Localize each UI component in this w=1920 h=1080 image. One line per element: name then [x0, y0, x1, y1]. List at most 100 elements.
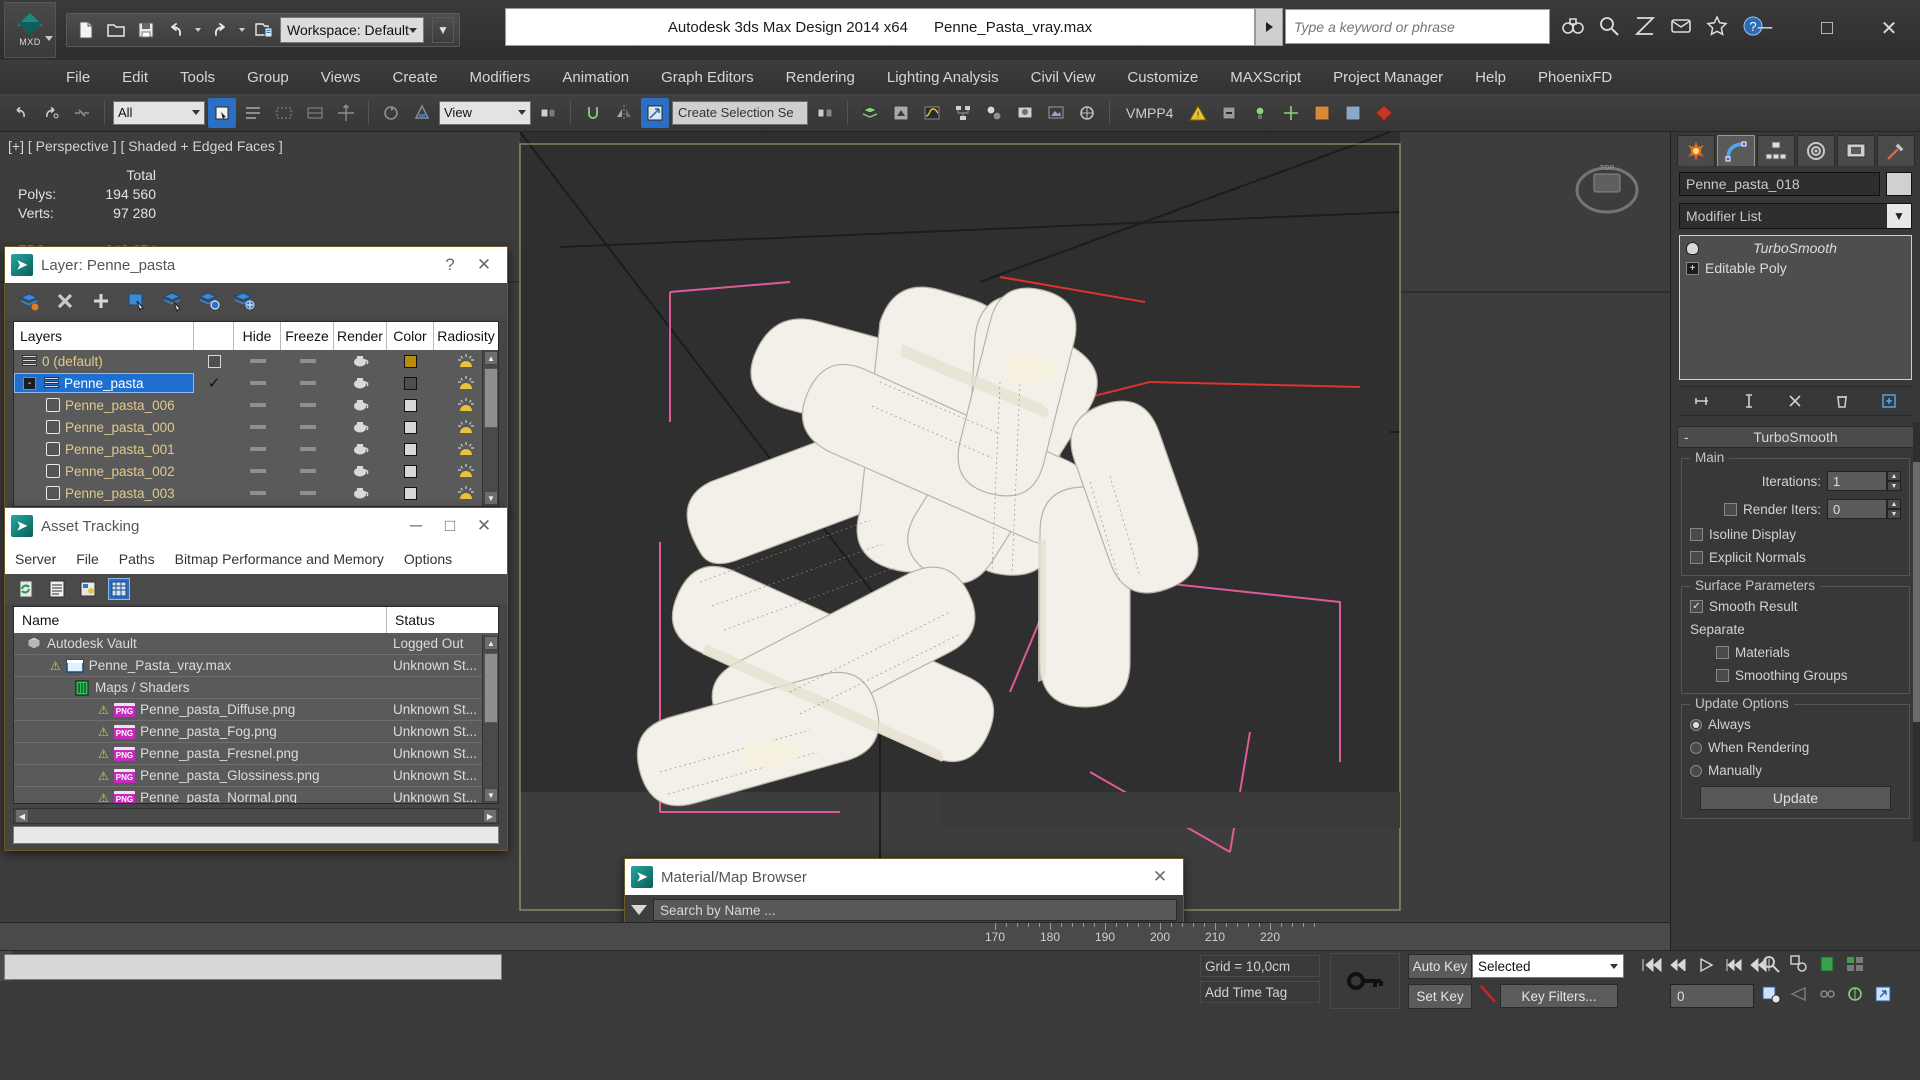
grid-view-icon[interactable]	[108, 578, 130, 600]
modifier-list-dropdown[interactable]: Modifier List ▼	[1679, 203, 1912, 229]
graphite-modeling-tools-icon[interactable]	[887, 98, 915, 128]
scroll-thumb[interactable]	[484, 653, 498, 723]
phoenix-fd-icon[interactable]	[1370, 98, 1398, 128]
time-slider-track[interactable]: 170 180 190 200 210 220	[0, 922, 1670, 950]
layer-color-cell[interactable]	[387, 394, 434, 416]
layer-hide-cell[interactable]	[234, 394, 281, 416]
layer-color-cell[interactable]	[387, 350, 434, 372]
layer-render-cell[interactable]	[334, 482, 387, 504]
zoom-all-icon[interactable]	[1788, 953, 1810, 975]
smoothing-groups-checkbox[interactable]	[1716, 669, 1729, 682]
asset-row[interactable]: Autodesk Vault Logged Out	[14, 633, 498, 655]
layer-render-cell[interactable]	[334, 372, 387, 394]
scroll-thumb[interactable]	[484, 368, 498, 428]
command-panel[interactable]: Penne_pasta_018 Modifier List ▼ TurboSmo…	[1670, 132, 1920, 1080]
layer-hide-cell[interactable]	[234, 416, 281, 438]
layer-row[interactable]: Penne_pasta_003	[14, 482, 498, 504]
chevron-down-icon[interactable]	[45, 36, 53, 41]
menu-item-phoenixfd[interactable]: PhoenixFD	[1522, 65, 1628, 90]
layer-freeze-cell[interactable]	[281, 438, 334, 460]
search-binoculars-icon[interactable]	[1560, 12, 1586, 40]
col-color[interactable]: Color	[387, 322, 434, 350]
asset-row[interactable]: ⚠ PNG Penne_pasta_Fog.png Unknown St...	[14, 721, 498, 743]
zoom-extents-icon[interactable]	[1816, 953, 1838, 975]
col-blank[interactable]	[194, 322, 234, 350]
layer-color-swatch[interactable]	[404, 420, 417, 434]
create-new-layer-icon[interactable]	[17, 289, 41, 313]
create-tab[interactable]	[1677, 135, 1715, 166]
asset-scrollbar[interactable]: ▲ ▼	[482, 635, 498, 803]
menu-item-maxscript[interactable]: MAXScript	[1214, 65, 1317, 90]
asset-row[interactable]: ⚠ PNG Penne_pasta_Normal.png Unknown St...	[14, 787, 498, 803]
menu-item-graph-editors[interactable]: Graph Editors	[645, 65, 770, 90]
info-center-expand-button[interactable]	[1255, 8, 1283, 46]
layer-color-swatch[interactable]	[404, 354, 417, 368]
select-and-scale-icon[interactable]	[408, 98, 436, 128]
object-name-field[interactable]: Penne_pasta_018	[1679, 172, 1880, 196]
light-bulb-icon[interactable]	[1686, 241, 1699, 255]
col-name[interactable]: Name	[14, 607, 387, 633]
set-key-filter-slash-icon[interactable]	[1478, 983, 1500, 1007]
browser-options-chevron-icon[interactable]	[631, 905, 647, 915]
layer-color-cell[interactable]	[387, 372, 434, 394]
layer-freeze-cell[interactable]	[281, 416, 334, 438]
key-toggle-button[interactable]	[1330, 953, 1400, 1009]
asset-row[interactable]: ⚠ Penne_Pasta_vray.max Unknown St...	[14, 655, 498, 677]
search-field[interactable]	[1285, 9, 1550, 44]
render-iters-value[interactable]: 0	[1827, 499, 1887, 519]
layer-color-swatch[interactable]	[404, 464, 417, 478]
scroll-up-icon[interactable]: ▲	[484, 636, 498, 650]
rectangular-selection-region-icon[interactable]	[270, 98, 298, 128]
iterations-spinner[interactable]: 1 ▲ ▼	[1827, 471, 1901, 491]
layer-freeze-cell[interactable]	[281, 394, 334, 416]
asset-menu-paths[interactable]: Paths	[109, 548, 165, 570]
light-lister-icon[interactable]	[1246, 98, 1274, 128]
object-color-swatch[interactable]	[1886, 172, 1912, 196]
select-and-link-icon[interactable]	[68, 98, 96, 128]
align-icon[interactable]	[641, 97, 669, 128]
selection-filter-combo[interactable]: All	[113, 100, 205, 125]
redo-history-chevron-icon[interactable]	[239, 28, 245, 32]
zoom-extents-all-icon[interactable]	[1844, 953, 1866, 975]
turbosmooth-rollout[interactable]: - TurboSmooth Main Iterations: 1 ▲ ▼ Rend…	[1677, 426, 1914, 819]
show-end-result-icon[interactable]	[1736, 389, 1762, 413]
expander-icon[interactable]: -	[23, 376, 36, 390]
field-of-view-icon[interactable]	[1788, 983, 1810, 1005]
chevron-down-icon[interactable]: ▼	[1887, 204, 1911, 228]
redo-icon[interactable]	[206, 16, 234, 44]
display-tab[interactable]	[1837, 135, 1875, 166]
modifier-stack-item-turbosmooth[interactable]: TurboSmooth	[1682, 238, 1909, 258]
command-panel-scrollbar[interactable]	[1913, 422, 1920, 842]
select-object-icon[interactable]	[208, 97, 236, 128]
layer-render-cell[interactable]	[334, 438, 387, 460]
restore-state-icon[interactable]	[1339, 98, 1367, 128]
menu-item-create[interactable]: Create	[377, 65, 454, 90]
curve-editor-icon[interactable]	[918, 98, 946, 128]
menu-item-edit[interactable]: Edit	[106, 65, 164, 90]
asset-menu-file[interactable]: File	[66, 548, 109, 570]
add-selected-objects-icon[interactable]	[197, 289, 221, 313]
layer-window-titlebar[interactable]: ➤ Layer: Penne_pasta ? ✕	[5, 247, 507, 283]
named-selection-sets-field[interactable]: Create Selection Se	[672, 100, 808, 125]
asset-horizontal-scrollbar[interactable]: ◀ ▶	[13, 808, 499, 824]
hierarchy-tab[interactable]	[1757, 135, 1795, 166]
layer-active-cell[interactable]	[194, 350, 234, 372]
refresh-icon[interactable]	[15, 578, 37, 600]
auto-key-button[interactable]: Auto Key	[1408, 954, 1472, 979]
list-view-icon[interactable]	[46, 578, 68, 600]
layer-color-swatch[interactable]	[404, 376, 417, 390]
select-by-name-icon[interactable]	[239, 98, 267, 128]
asset-menu-options[interactable]: Options	[394, 548, 462, 570]
menu-item-animation[interactable]: Animation	[546, 65, 645, 90]
render-iters-checkbox[interactable]	[1723, 502, 1737, 516]
help-button[interactable]: ?	[433, 248, 467, 282]
col-status[interactable]: Status	[387, 607, 498, 633]
current-frame-field[interactable]: 0	[1670, 984, 1754, 1008]
render-iters-spinner[interactable]: 0 ▲ ▼	[1827, 499, 1901, 519]
close-button[interactable]: ✕	[467, 248, 501, 282]
layer-manager-icon[interactable]	[856, 98, 884, 128]
communication-center-icon[interactable]	[1668, 12, 1694, 40]
manually-radio[interactable]	[1690, 764, 1702, 777]
scroll-thumb[interactable]	[1913, 462, 1920, 722]
layer-color-cell[interactable]	[387, 482, 434, 504]
